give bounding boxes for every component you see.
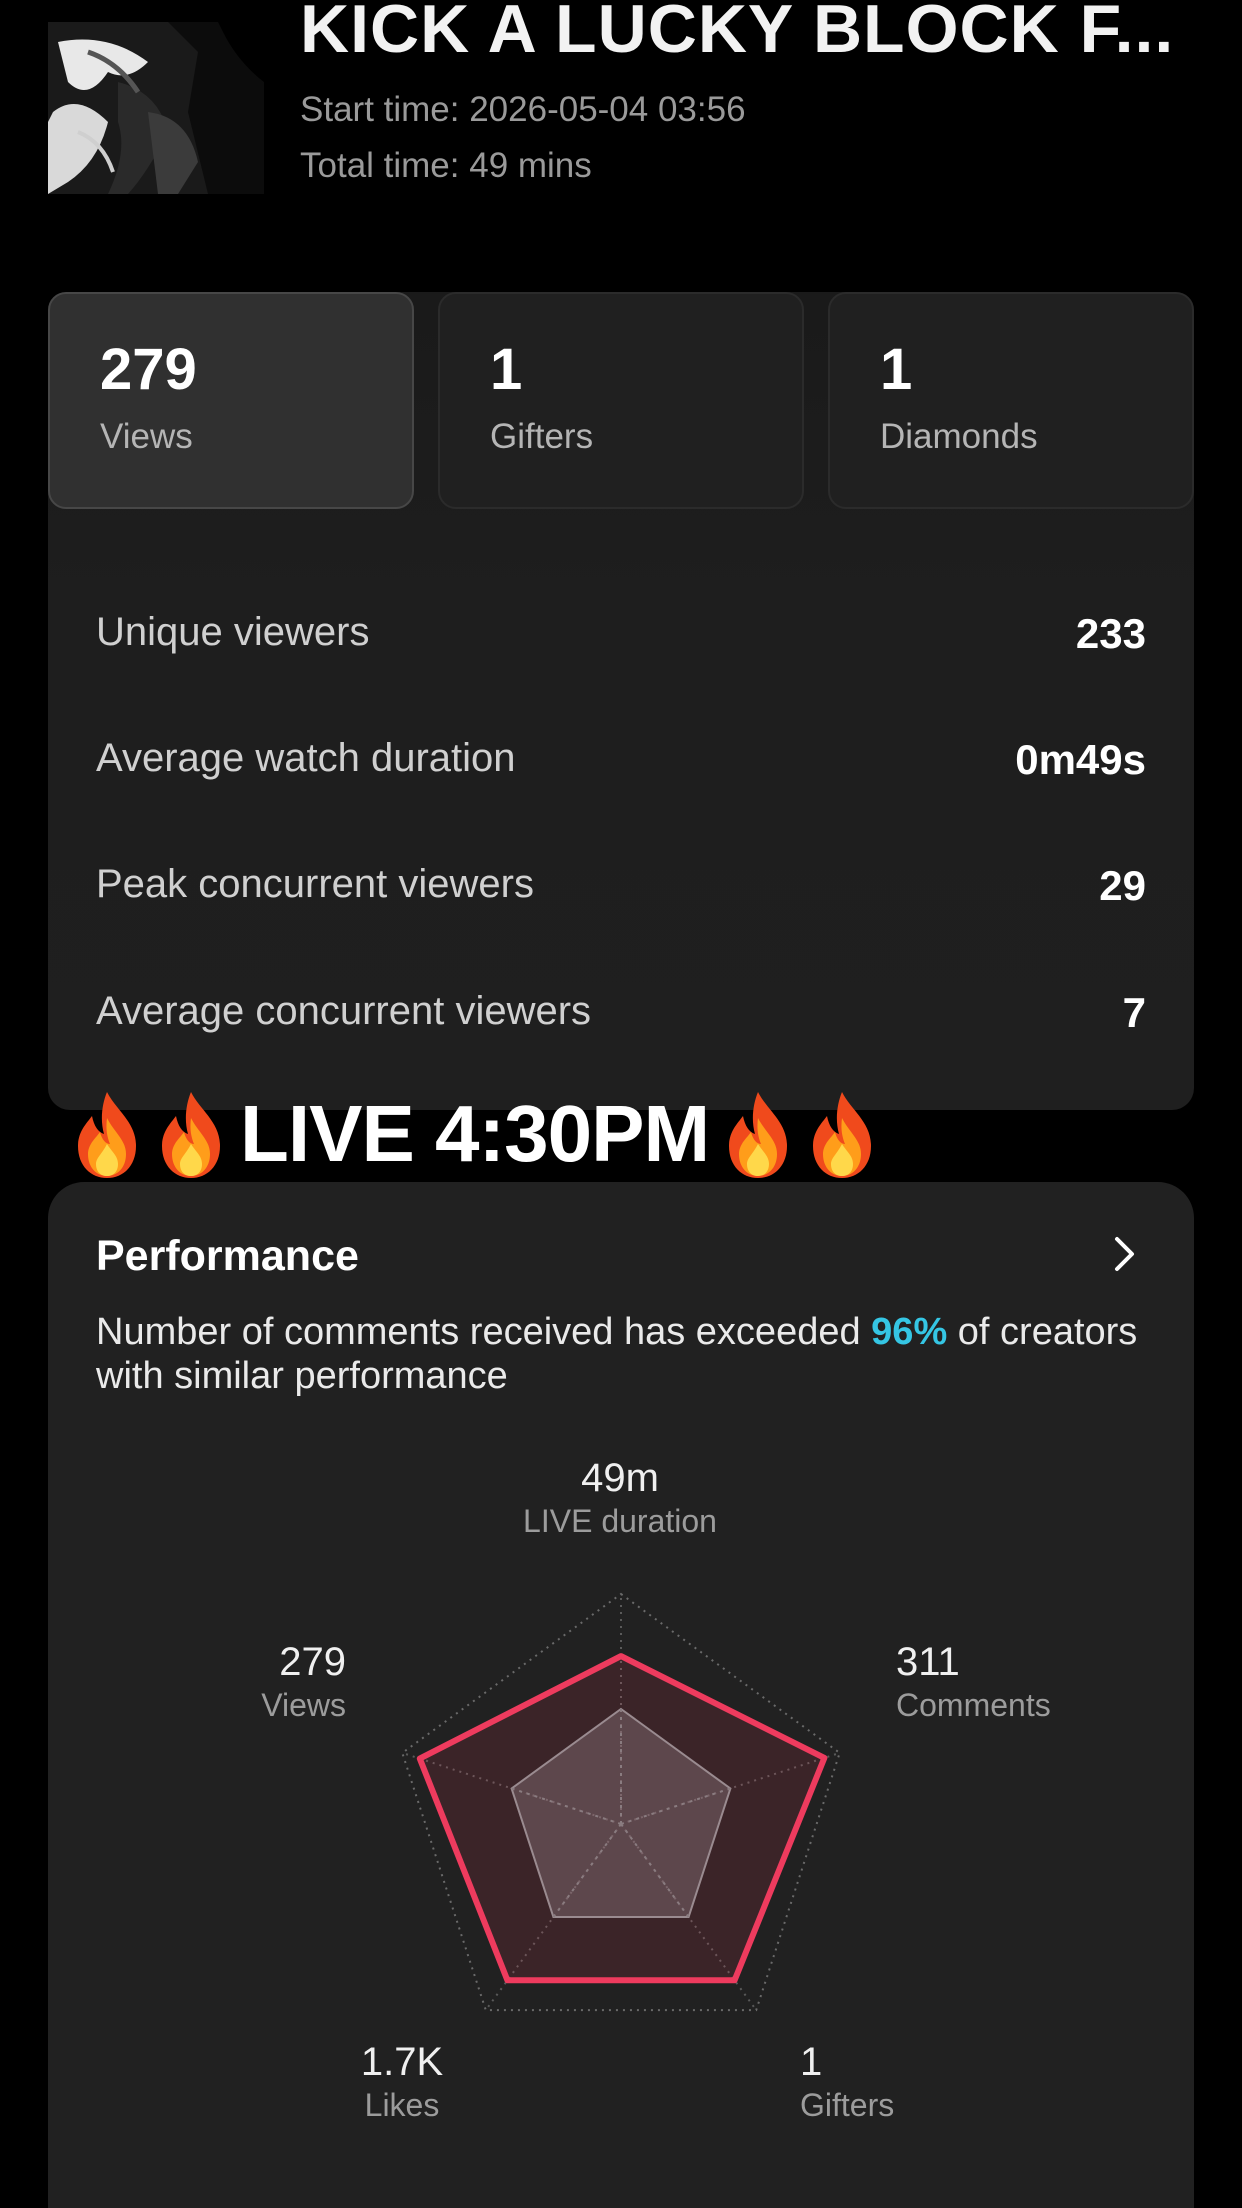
metric-value: 7 [1122,989,1146,1036]
live-banner: LIVE 4:30PM [66,1084,883,1184]
radar-axis-label: Comments [896,1687,1051,1723]
live-cover-thumbnail [48,22,264,194]
metric-value: 233 [1075,610,1146,657]
radar-axis-live-duration: 49m LIVE duration [470,1455,770,1541]
metric-average-concurrent-viewers: Average concurrent viewers 7 [96,989,1146,1049]
radar-axis-comments: 311 Comments [896,1639,1051,1725]
tile-views[interactable]: 279 Views [48,292,414,509]
fire-icon [717,1088,799,1180]
metric-peak-concurrent-viewers: Peak concurrent viewers 29 [96,862,1146,922]
metric-unique-viewers: Unique viewers 233 [96,610,1146,670]
tile-diamonds[interactable]: 1 Diamonds [828,292,1194,509]
tile-label: Diamonds [880,417,1038,456]
live-title: KICK A LUCKY BLOCK F... [300,0,1175,67]
performance-card: Performance Number of comments received … [48,1182,1194,2208]
radar-axis-label: LIVE duration [523,1503,717,1539]
radar-axis-label: Likes [364,2087,440,2123]
tile-value: 1 [880,337,913,402]
radar-axis-label: Views [261,1687,346,1723]
metric-label: Average concurrent viewers [96,989,592,1033]
start-time: Start time: 2026-05-04 03:56 [300,90,746,129]
metric-value: 29 [1099,862,1146,909]
radar-axis-value: 49m [581,1456,659,1500]
radar-axis-value: 279 [279,1640,346,1684]
total-time: Total time: 49 mins [300,146,592,185]
radar-axis-label: Gifters [800,2087,895,2123]
banner-text: LIVE 4:30PM [240,1089,710,1178]
tile-label: Views [100,417,193,456]
tile-value: 279 [100,337,197,402]
radar-axis-value: 1.7K [360,2040,444,2084]
radar-axis-value: 1 [800,2040,823,2084]
tile-gifters[interactable]: 1 Gifters [438,292,804,509]
metric-label: Peak concurrent viewers [96,862,534,906]
radar-axis-likes: 1.7K Likes [252,2039,552,2125]
radar-axis-value: 311 [896,1640,960,1684]
fire-icon [801,1088,883,1180]
metric-average-watch-duration: Average watch duration 0m49s [96,736,1146,796]
radar-axis-views: 279 Views [261,1639,346,1725]
metric-value: 0m49s [1015,736,1146,783]
metric-label: Unique viewers [96,610,370,654]
metric-label: Average watch duration [96,736,516,780]
live-summary-screen: KICK A LUCKY BLOCK F... Start time: 2026… [0,0,1242,2208]
tile-value: 1 [490,337,523,402]
fire-icon [66,1088,148,1180]
fire-icon [150,1088,232,1180]
tile-label: Gifters [490,417,594,456]
radar-axis-gifters: 1 Gifters [800,2039,894,2125]
stats-card: 279 Views 1 Gifters 1 Diamonds Unique vi… [48,292,1194,1110]
